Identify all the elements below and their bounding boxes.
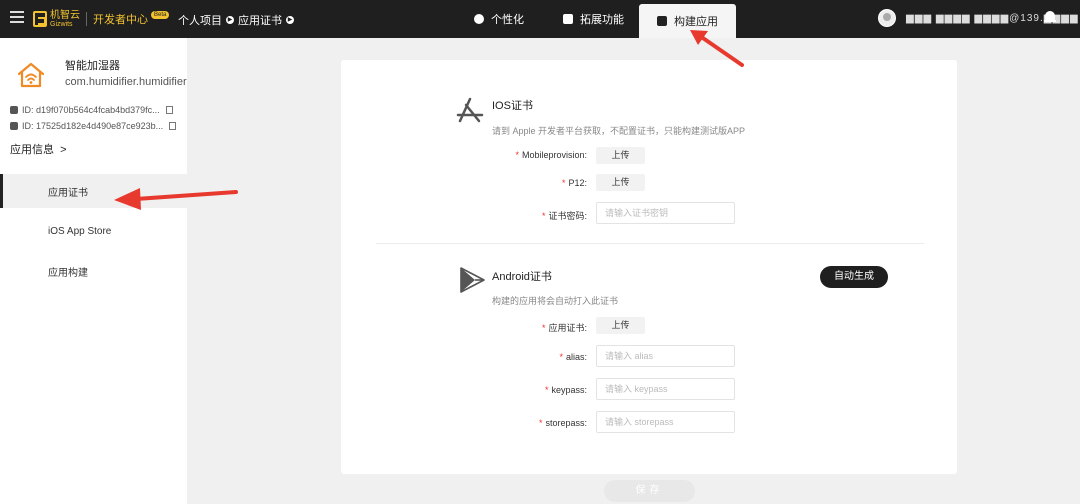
mobileprovision-label: * Mobileprovision: [515,150,587,160]
tab-label: 个性化 [491,14,524,26]
android-cert-desc: 构建的应用将会自动打入此证书 [492,296,619,306]
android-cert-upload-button[interactable]: 上传 [596,317,645,334]
copy-icon[interactable] [165,106,173,114]
logo-divider [86,12,87,26]
breadcrumb: 个人项目 ▶ 应用证书 ▶ [178,12,298,28]
dev-center-label: 开发者中心 [93,14,148,26]
tab-extensions[interactable]: 拓展功能 [563,0,624,38]
sidebar-item-app-build[interactable]: 应用构建 [0,254,187,288]
annotation-arrow-build-tab [690,30,744,67]
app-info-link[interactable]: 应用信息 > [10,141,67,157]
breadcrumb-app-cert[interactable]: 应用证书 [238,12,282,28]
avatar [878,9,896,27]
cert-password-label: * 证书密码: [541,211,587,221]
app-name: 智能加湿器 [65,60,120,72]
tab-label: 拓展功能 [580,14,624,26]
keypass-label: * keypass: [544,385,587,395]
android-cert-title: Android证书 [492,271,552,283]
top-bar: 机智云 Gizwits 开发者中心 Beta 个人项目 ▶ 应用证书 ▶ 个性化… [0,0,1080,38]
google-play-icon [460,267,485,293]
annotation-arrow-app-cert [114,188,238,210]
app-info-label: 应用信息 [10,144,54,156]
tab-personalize[interactable]: 个性化 [474,0,524,38]
extension-icon [563,14,573,24]
sidebar-item-label: 应用证书 [48,187,88,199]
storepass-label: * storepass: [538,418,587,428]
gizwits-logo-icon [33,11,47,27]
ios-cert-desc: 请到 Apple 开发者平台获取，不配置证书，只能构建测试版APP [492,126,746,136]
android-id-value: 17525d182e4d490e87ce923b... [36,121,164,131]
section-divider [376,243,924,244]
chevron-right-icon: ▶ [226,16,234,24]
sidebar-item-label: iOS App Store [48,225,112,237]
chevron-right-icon: ▶ [286,16,294,24]
android-cert-label: * 应用证书: [541,323,587,333]
ios-id-value: d19f070b564c4fcab4bd379fc... [36,105,160,115]
chevron-right-icon: > [57,144,67,156]
sidebar-item-ios-app-store[interactable]: iOS App Store [0,214,187,248]
apple-icon [10,106,18,114]
mobileprovision-upload-button[interactable]: 上传 [596,147,645,164]
alias-input[interactable] [596,345,735,367]
p12-upload-button[interactable]: 上传 [596,174,645,191]
keypass-input[interactable] [596,378,735,400]
logo-cn-text: 机智云 [50,9,80,21]
sidebar-item-label: 应用构建 [48,267,88,279]
app-package: com.humidifier.humidifier [65,76,187,88]
android-icon [10,122,18,130]
id-label: ID: [22,105,34,115]
palette-icon [474,14,484,24]
breadcrumb-project[interactable]: 个人项目 [178,12,222,28]
ios-id-row: ID: d19f070b564c4fcab4bd379fc... [10,105,173,115]
id-label: ID: [22,121,34,131]
beta-badge: Beta [151,11,170,19]
alias-label: * alias: [559,352,587,362]
sidebar: 智能加湿器 com.humidifier.humidifier ID: d19f… [0,38,187,504]
save-button[interactable]: 保存 [604,480,695,502]
build-icon [657,16,667,26]
bell-icon[interactable] [1044,11,1056,24]
storepass-input[interactable] [596,411,735,433]
app-store-icon [456,97,484,123]
humidifier-app-icon [17,62,45,88]
cert-password-input[interactable] [596,202,735,224]
logo-en-text: Gizwits [50,20,73,28]
menu-icon[interactable] [10,11,24,23]
auto-generate-button[interactable]: 自动生成 [820,266,888,288]
p12-label: * P12: [561,178,587,188]
copy-icon[interactable] [169,122,177,130]
logo[interactable]: 机智云 Gizwits 开发者中心 Beta [33,8,170,30]
android-id-row: ID: 17525d182e4d490e87ce923b... [10,121,177,131]
ios-cert-title: IOS证书 [492,100,533,112]
